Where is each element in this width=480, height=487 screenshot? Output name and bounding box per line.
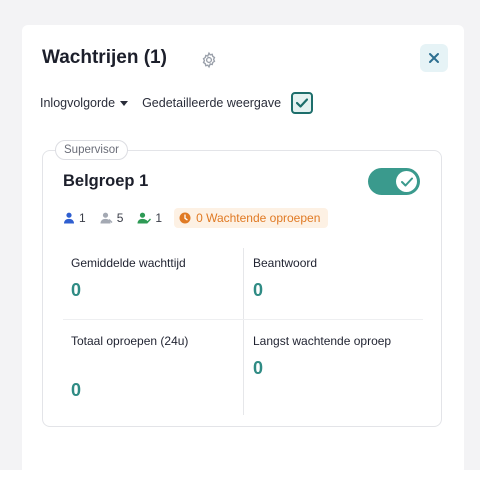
queue-toggle[interactable] xyxy=(368,168,420,195)
close-button[interactable] xyxy=(420,44,448,72)
toggle-knob xyxy=(396,171,417,192)
gear-icon[interactable] xyxy=(200,51,218,69)
metric-answered-value: 0 xyxy=(253,280,264,300)
bottom-strip xyxy=(0,470,480,487)
panel-title: Wachtrijen (1) xyxy=(42,47,167,68)
role-tag: Supervisor xyxy=(55,140,128,160)
order-dropdown[interactable]: Inlogvolgorde xyxy=(40,96,129,110)
order-dropdown-label: Inlogvolgorde xyxy=(40,96,116,110)
waiting-calls-badge: 0 Wachtende oproepen xyxy=(174,208,329,228)
detailed-view-checkbox[interactable] xyxy=(291,92,314,114)
user-check-icon xyxy=(137,212,152,224)
detailed-view-label: Gedetailleerde weergave xyxy=(142,96,282,110)
stat-on-call-count: 1 xyxy=(155,211,163,225)
metric-answered: Beantwoord 0 xyxy=(253,252,418,301)
metric-answered-label: Beantwoord xyxy=(253,256,318,270)
caret-down-icon xyxy=(120,100,129,106)
stat-available-count: 1 xyxy=(79,211,86,225)
metric-total-calls: Totaal oproepen (24u) 0 xyxy=(71,330,236,401)
waiting-calls-label: 0 Wachtende oproepen xyxy=(196,211,321,225)
metric-avg-wait-value: 0 xyxy=(71,280,82,300)
metric-longest-wait-value: 0 xyxy=(253,358,264,378)
queue-card: Supervisor Belgroep 1 1 5 1 0 Wachtende … xyxy=(42,140,442,427)
checkmark-icon xyxy=(296,98,309,108)
metric-avg-wait-label: Gemiddelde wachttijd xyxy=(71,256,186,270)
stat-away: 5 xyxy=(100,211,124,225)
metric-longest-wait: Langst wachtende oproep 0 xyxy=(253,330,393,379)
close-icon xyxy=(429,53,439,63)
metric-avg-wait: Gemiddelde wachttijd 0 xyxy=(71,252,236,301)
checkmark-icon xyxy=(400,177,413,186)
queue-name: Belgroep 1 xyxy=(63,172,149,190)
user-away-icon xyxy=(100,212,113,224)
stat-on-call: 1 xyxy=(137,211,162,225)
metric-total-calls-label: Totaal oproepen (24u) xyxy=(71,334,189,348)
toolbar: Inlogvolgorde Gedetailleerde weergave xyxy=(40,92,314,114)
user-icon xyxy=(64,212,74,224)
stat-away-count: 5 xyxy=(116,211,124,225)
clock-icon xyxy=(179,212,191,224)
metric-total-calls-value: 0 xyxy=(71,380,82,400)
metrics-divider-vertical xyxy=(243,248,244,415)
metric-longest-wait-label: Langst wachtende oproep xyxy=(253,334,392,348)
metrics-divider-horizontal xyxy=(63,319,423,320)
stat-available: 1 xyxy=(63,211,86,225)
queues-panel: Wachtrijen (1) Inlogvolgorde Gedetaillee… xyxy=(22,25,464,475)
agent-stats: 1 5 1 0 Wachtende oproepen xyxy=(63,208,329,228)
